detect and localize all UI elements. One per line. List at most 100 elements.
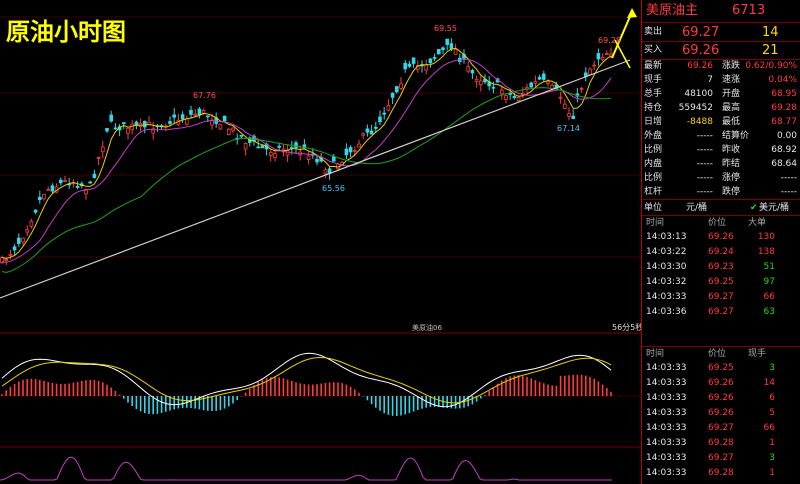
sell-row[interactable]: 卖出 69.27 14 [642, 24, 800, 41]
candle-body [382, 112, 386, 115]
stat-row: 杠杆 ----- 跌停 ----- [642, 185, 800, 199]
candle-body [445, 38, 449, 45]
buy-row[interactable]: 买入 69.26 21 [642, 42, 800, 59]
candle-body [189, 109, 193, 115]
stat-label: 结算价 [722, 131, 750, 141]
candle-body [12, 246, 17, 251]
unit-check-icon: ✔ [750, 203, 758, 213]
stat-label: 最低 [722, 117, 741, 127]
trade-time: 14:03:33 [646, 423, 687, 433]
stat-row: 最新 69.26 涨跌 0.62/0.90% [642, 59, 800, 73]
candle-body [504, 95, 508, 100]
trade-time: 14:03:33 [646, 453, 687, 463]
stat-value: 68.77 [771, 117, 797, 127]
stat-value: -8488 [686, 117, 713, 127]
trade-price: 69.25 [708, 277, 734, 287]
candle-body [390, 92, 395, 98]
candle-body [126, 127, 130, 134]
stat-label: 现手 [644, 75, 663, 85]
trade-volume: 51 [763, 262, 775, 272]
list-item[interactable]: 14:03:30 69.23 51 [642, 260, 800, 275]
price-label-low: 65.56 [322, 184, 345, 193]
candle-body [407, 63, 412, 67]
stat-label: 杠杆 [644, 187, 663, 197]
list-item[interactable]: 14:03:33 69.26 14 [642, 376, 800, 391]
stat-label: 比例 [644, 173, 663, 183]
candle-body [239, 134, 244, 137]
buy-label: 买入 [644, 45, 663, 55]
sell-price: 69.27 [682, 25, 720, 40]
candle-body [428, 58, 433, 64]
stat-value: ----- [696, 159, 713, 169]
candle-body [260, 145, 265, 149]
list-header: 时间 价位 现手 [642, 347, 800, 361]
candle-body [600, 56, 605, 60]
unit-row[interactable]: 单位 元/桶 ✔ 美元/桶 [642, 200, 800, 216]
stat-row: 总手 48100 开盘 68.95 [642, 87, 800, 101]
trade-time: 14:03:30 [646, 262, 687, 272]
candle-body [88, 181, 93, 184]
col-vol: 现手 [748, 349, 767, 359]
candle-body [122, 122, 126, 124]
trade-time: 14:03:33 [646, 378, 687, 388]
candle-body [222, 115, 227, 122]
stat-row: 现手 7 速涨 0.04% [642, 73, 800, 87]
stat-value: 68.95 [771, 89, 797, 99]
list-item[interactable]: 14:03:33 69.26 5 [642, 406, 800, 421]
candle-body [399, 83, 403, 89]
col-time: 时间 [646, 218, 665, 228]
bar-countdown-timer: 56分5秒 [612, 323, 644, 332]
trade-volume: 3 [769, 363, 775, 373]
trade-price: 69.24 [708, 247, 734, 257]
stat-label: 昨结 [722, 159, 741, 169]
candle-body [63, 179, 67, 182]
candle-body [579, 88, 584, 90]
trade-time: 14:03:33 [646, 292, 687, 302]
trade-price: 69.27 [708, 292, 734, 302]
list-item[interactable]: 14:03:33 69.26 6 [642, 391, 800, 406]
candle-body [273, 153, 277, 158]
col-vol: 大单 [748, 218, 767, 228]
list-item[interactable]: 14:03:13 69.26 130 [642, 230, 800, 245]
instrument-header[interactable]: 美原油主 6713 [642, 2, 800, 20]
candle-body [558, 96, 563, 99]
list-item[interactable]: 14:03:33 69.27 3 [642, 451, 800, 466]
list-item[interactable]: 14:03:22 69.24 138 [642, 245, 800, 260]
candle-body [193, 113, 198, 116]
candle-body [529, 82, 533, 88]
candle-body [403, 62, 407, 70]
unit-value: 元/桶 [686, 203, 708, 213]
candle-body [243, 142, 248, 150]
list-item[interactable]: 14:03:33 69.25 3 [642, 361, 800, 376]
list-item[interactable]: 14:03:33 69.27 66 [642, 290, 800, 305]
trade-volume: 138 [757, 247, 775, 257]
trade-time: 14:03:33 [646, 438, 687, 448]
candle-body [449, 43, 454, 50]
candle-body [323, 169, 328, 175]
stat-row: 内盘 ----- 昨结 68.64 [642, 157, 800, 171]
kline-chart-area[interactable]: 67.76 69.55 65.56 67.14 69.28 美原油06 [0, 0, 640, 484]
candle-body [168, 121, 172, 124]
candle-body [499, 89, 504, 95]
candle-body [331, 156, 336, 162]
stat-value: 0.04% [768, 75, 797, 85]
candle-body [59, 179, 63, 184]
list-item[interactable]: 14:03:33 69.28 1 [642, 466, 800, 481]
candle-body [373, 126, 378, 129]
list-item[interactable]: 14:03:32 69.25 97 [642, 275, 800, 290]
list-header: 时间 价位 大单 [642, 216, 800, 230]
quote-panel: 美原油主 6713 卖出 69.27 14 买入 69.26 21 最新 69.2… [641, 0, 800, 484]
list-item[interactable]: 14:03:36 69.27 63 [642, 305, 800, 320]
stat-row: 比例 ----- 昨收 68.92 [642, 143, 800, 157]
list-item[interactable]: 14:03:33 69.28 1 [642, 436, 800, 451]
price-label-low2: 67.14 [557, 124, 580, 133]
stat-label: 开盘 [722, 89, 741, 99]
candle-body [596, 53, 601, 60]
unit-option[interactable]: 美元/桶 [759, 200, 789, 216]
trade-price: 69.26 [708, 408, 734, 418]
trade-time: 14:03:22 [646, 247, 687, 257]
trade-time: 14:03:36 [646, 307, 687, 317]
price-label-high: 67.76 [193, 91, 216, 100]
list-item[interactable]: 14:03:33 69.27 66 [642, 421, 800, 436]
instrument-name: 美原油主 [646, 3, 699, 18]
